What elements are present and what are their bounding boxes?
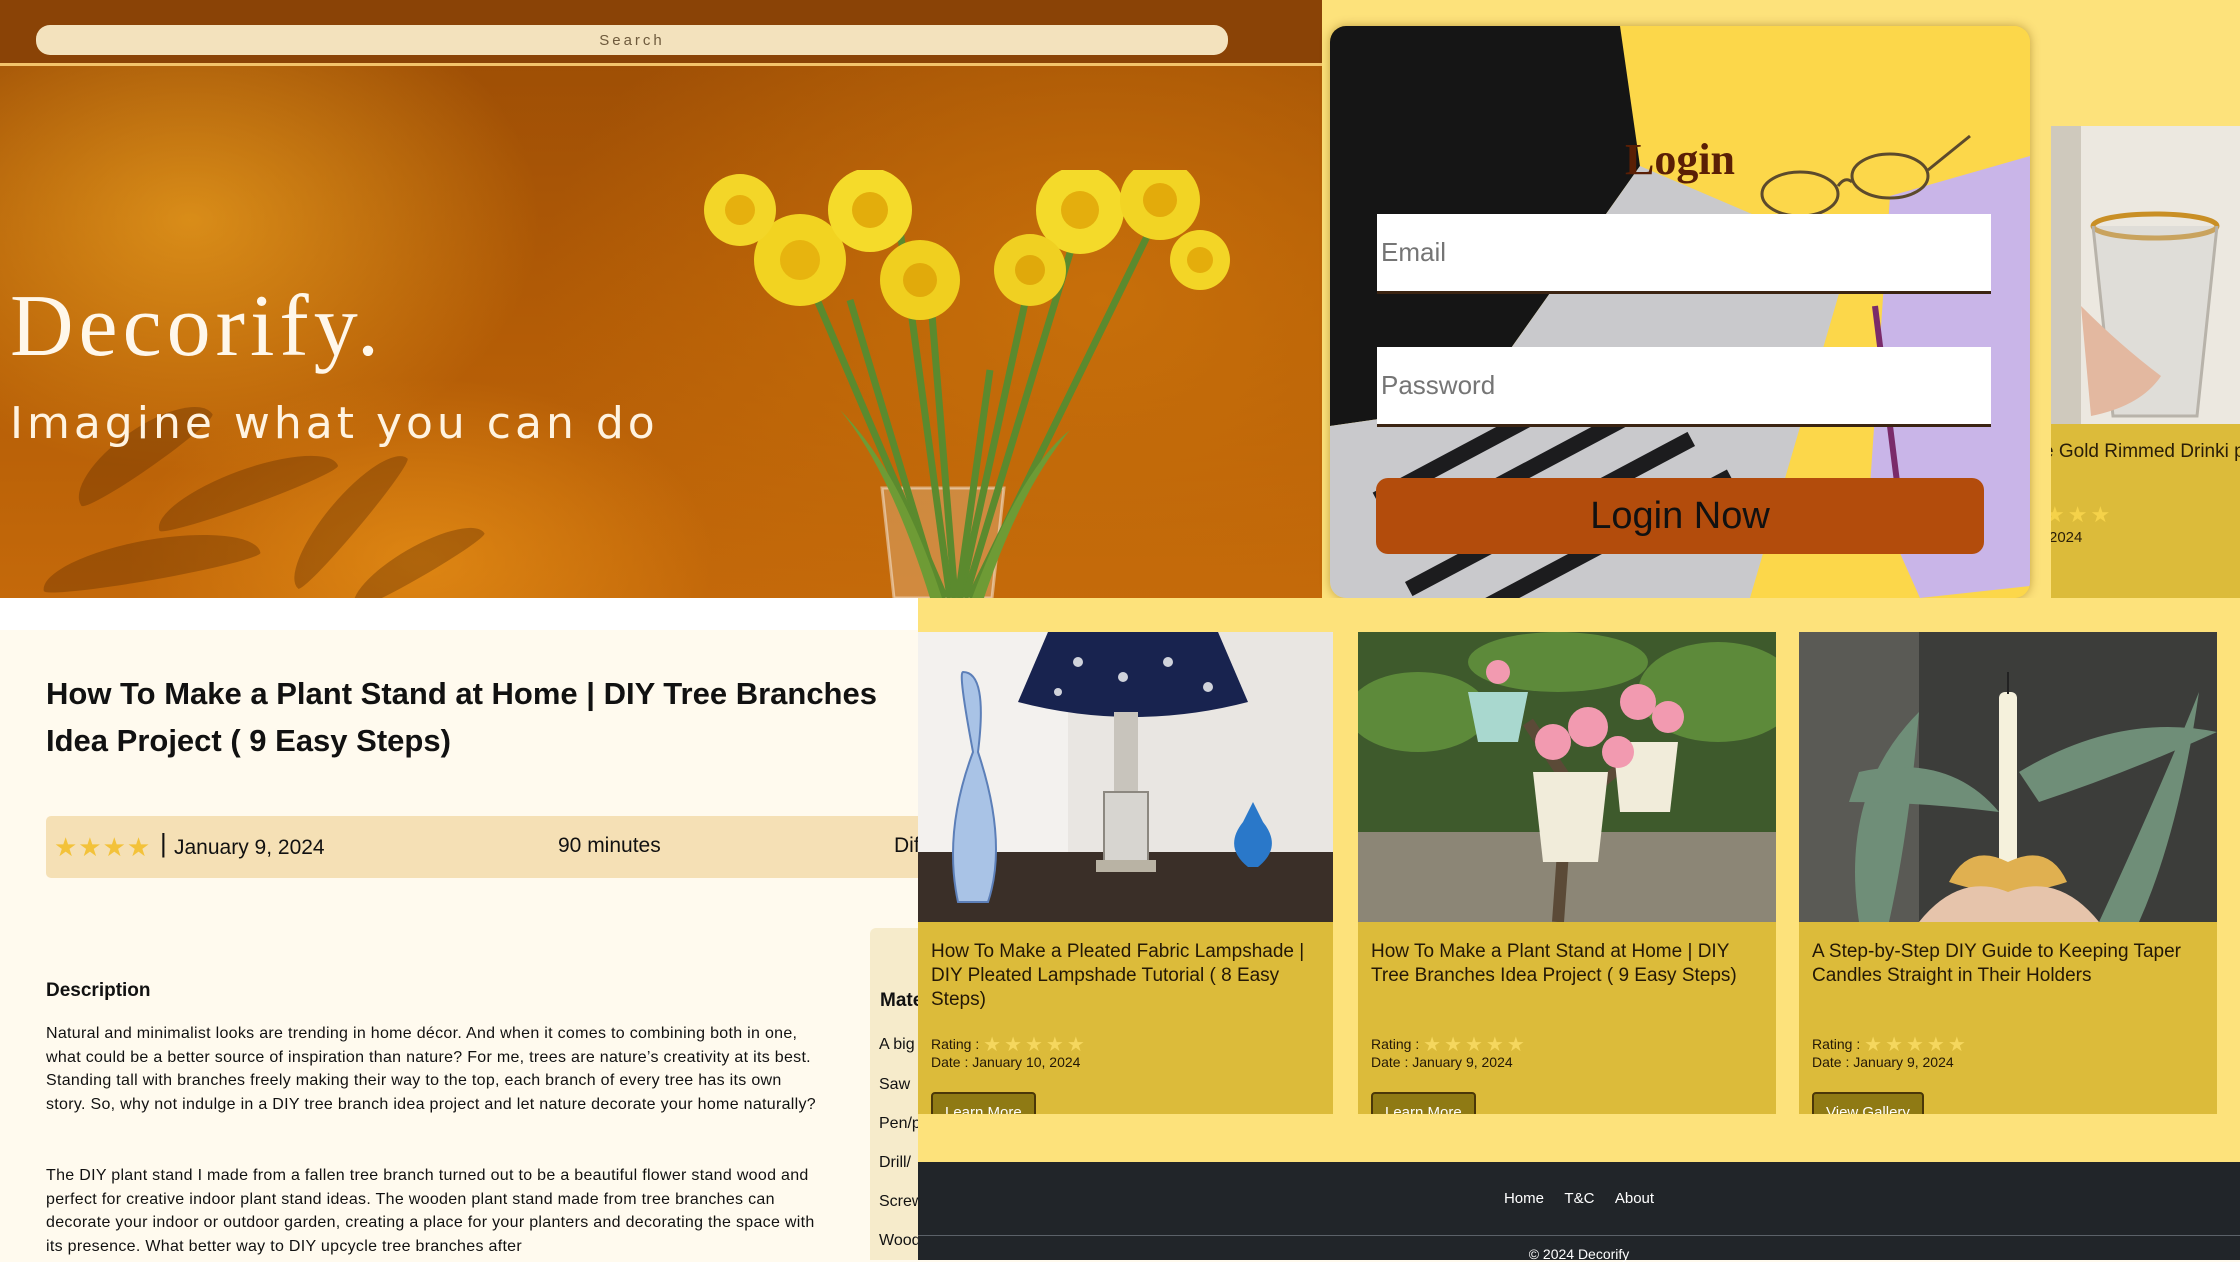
footer-link-home[interactable]: Home <box>1504 1190 1544 1207</box>
rating-label: Rating : <box>1812 1036 1861 1052</box>
star-rating-icon: ★★★★★ <box>1864 1034 1969 1056</box>
view-gallery-button[interactable]: View Gallery <box>1812 1092 1924 1114</box>
material-item: Saw <box>879 1076 911 1093</box>
footer-link-terms[interactable]: T&C <box>1564 1190 1594 1207</box>
article-difficulty: Dif <box>894 834 918 857</box>
post-cards-section: How To Make a Pleated Fabric Lampshade |… <box>918 598 2240 1162</box>
article-meta-bar: ★★★★ | January 9, 2024 90 minutes Dif <box>46 816 918 878</box>
card-date: Date : January 9, 2024 <box>1371 1054 1513 1070</box>
top-search-bar <box>0 0 1322 66</box>
leaf-shadow <box>342 512 488 598</box>
card-date: Date : January 9, 2024 <box>1812 1054 1954 1070</box>
email-field[interactable] <box>1377 214 1991 294</box>
material-item: Screw <box>879 1193 918 1210</box>
site-footer: Home T&C About © 2024 Decorify <box>918 1162 2240 1262</box>
password-field[interactable] <box>1377 347 1991 427</box>
divider <box>0 598 918 630</box>
leaf-shadow <box>38 521 262 598</box>
post-card[interactable]: How To Make a Plant Stand at Home | DIY … <box>1358 632 1776 1114</box>
learn-more-button[interactable]: Learn More <box>931 1092 1036 1114</box>
material-item: A big <box>879 1036 915 1053</box>
star-rating-icon: ★★★★★ <box>1423 1034 1528 1056</box>
learn-more-button[interactable]: Learn More <box>1371 1092 1476 1114</box>
footer-nav: Home T&C About <box>918 1190 2240 1208</box>
drinking-glass-image <box>2051 126 2240 424</box>
footer-link-about[interactable]: About <box>1615 1190 1654 1207</box>
post-card[interactable]: How To Make a Pleated Fabric Lampshade |… <box>918 632 1333 1114</box>
article-date: January 9, 2024 <box>174 836 325 859</box>
star-rating-icon: ★★★★★ <box>983 1034 1088 1056</box>
card-rating: Rating : ★★★★★ <box>1812 1030 1969 1056</box>
plant-stand-image <box>1358 632 1776 922</box>
login-button[interactable]: Login Now <box>1376 478 1984 554</box>
search-input[interactable] <box>36 25 1228 55</box>
card-date: Date : January 10, 2024 <box>931 1054 1081 1070</box>
hero-tagline: Imagine what you can do <box>10 398 659 449</box>
description-paragraph: Natural and minimalist looks are trendin… <box>46 1025 817 1113</box>
card-rating: Rating : ★★★★★ <box>931 1030 1088 1056</box>
lampshade-image <box>918 632 1333 922</box>
partial-card-stars: ★★★ <box>2051 502 2114 527</box>
article-duration: 90 minutes <box>558 834 661 857</box>
card-rating: Rating : ★★★★★ <box>1371 1030 1528 1056</box>
card-title[interactable]: A Step-by-Step DIY Guide to Keeping Tape… <box>1812 940 2212 988</box>
daffodils-image <box>704 170 1230 598</box>
material-item: Wood <box>879 1232 918 1249</box>
footer-divider <box>918 1235 2240 1236</box>
hero-banner: Decorify. Imagine what you can do <box>0 0 1322 598</box>
leaf-shadow <box>149 438 341 538</box>
material-item: Drill/ <box>879 1154 911 1171</box>
login-card: Login Login Now <box>1330 26 2030 598</box>
description-heading: Description <box>46 980 151 1001</box>
brand-title: Decorify. <box>10 278 385 375</box>
taper-candle-image <box>1799 632 2217 922</box>
card-title[interactable]: How To Make a Plant Stand at Home | DIY … <box>1371 940 1771 988</box>
partial-card-title: e Gold Rimmed Drinki ps <box>2051 441 2240 462</box>
article-preview: How To Make a Plant Stand at Home | DIY … <box>0 598 918 1260</box>
partial-card-date: 2024 <box>2051 529 2083 546</box>
materials-heading: Mate <box>880 990 918 1011</box>
star-rating-icon: ★★★★ <box>54 832 152 862</box>
material-item: Pen/p <box>879 1115 918 1132</box>
card-title[interactable]: How To Make a Pleated Fabric Lampshade |… <box>931 940 1331 1012</box>
rating-label: Rating : <box>931 1036 980 1052</box>
meta-separator: | <box>160 828 167 858</box>
login-title: Login <box>1624 135 1736 184</box>
post-card[interactable]: A Step-by-Step DIY Guide to Keeping Tape… <box>1799 632 2217 1114</box>
description-paragraph: The DIY plant stand I made from a fallen… <box>46 1167 815 1255</box>
partial-post-card[interactable]: e Gold Rimmed Drinki ps ★★★ 2024 <box>2051 126 2240 598</box>
article-title: How To Make a Plant Stand at Home | DIY … <box>46 676 877 758</box>
rating-label: Rating : <box>1371 1036 1420 1052</box>
